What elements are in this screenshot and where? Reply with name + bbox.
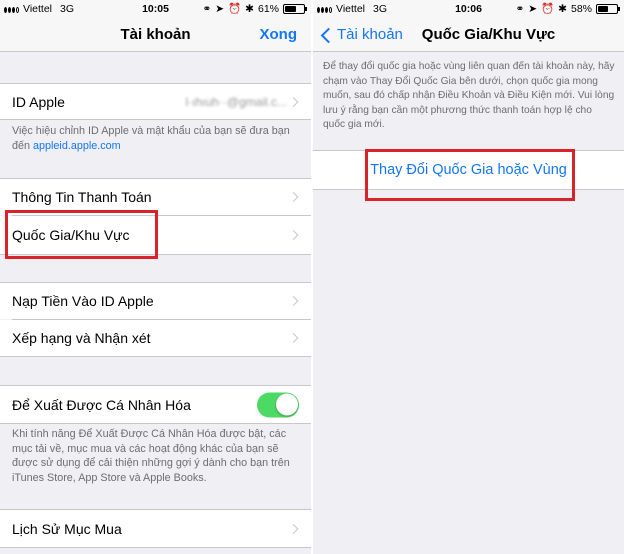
chevron-right-icon <box>288 96 299 107</box>
personalized-note: Khi tính năng Để Xuất Được Cá Nhân Hóa đ… <box>12 428 290 484</box>
country-change-info: Để thay đổi quốc gia hoặc vùng liên quan… <box>323 61 615 131</box>
chevron-right-icon <box>288 192 299 202</box>
personalized-recommendations-row: Để Xuất Được Cá Nhân Hóa <box>0 386 311 423</box>
change-country-button[interactable]: Thay Đổi Quốc Gia hoặc Vùng <box>313 151 624 189</box>
personalized-recommendations-label: Để Xuất Được Cá Nhân Hóa <box>12 396 191 413</box>
bluetooth-icon: ✱ <box>245 3 254 15</box>
personalized-toggle[interactable] <box>257 392 299 417</box>
apple-id-label: ID Apple <box>12 93 65 110</box>
chevron-right-icon <box>288 333 299 343</box>
done-button[interactable]: Xong <box>260 18 298 52</box>
battery-percent: 61% <box>257 3 279 15</box>
payment-info-label: Thông Tin Thanh Toán <box>12 189 152 205</box>
chevron-right-icon <box>288 230 299 240</box>
alarm-icon: ⏰ <box>541 3 555 15</box>
battery-fill <box>285 6 296 12</box>
navigation-bar: Tài khoản Xong <box>0 18 311 52</box>
country-region-row[interactable]: Quốc Gia/Khu Vực <box>0 216 311 254</box>
country-region-screen: Viettel 3G 10:06 ⚭ ➤ ⏰ ✱ 58% Tài khoản Q… <box>313 0 624 554</box>
apple-id-email: l·ıhıuh··@gmail.c... <box>185 94 287 109</box>
apple-id-row[interactable]: ID Apple l·ıhıuh··@gmail.c... <box>0 84 311 119</box>
bluetooth-icon: ✱ <box>558 3 567 15</box>
country-region-label: Quốc Gia/Khu Vực <box>12 227 130 243</box>
battery-fill <box>598 6 609 12</box>
account-screen: Viettel 3G 10:05 ⚭ ➤ ⏰ ✱ 61% Tài khoản X… <box>0 0 311 554</box>
toggle-knob <box>275 393 298 416</box>
ratings-reviews-label: Xếp hạng và Nhận xét <box>12 330 151 346</box>
apple-id-note: Việc hiệu chỉnh ID Apple và mật khẩu của… <box>12 124 301 153</box>
status-bar: Viettel 3G 10:05 ⚭ ➤ ⏰ ✱ 61% <box>0 0 311 18</box>
chevron-right-icon <box>288 296 299 306</box>
purchase-history-row[interactable]: Lịch Sử Mục Mua <box>0 510 311 547</box>
status-bar: Viettel 3G 10:06 ⚭ ➤ ⏰ ✱ 58% <box>313 0 624 18</box>
ratings-reviews-row[interactable]: Xếp hạng và Nhận xét <box>0 320 311 356</box>
alarm-icon: ⏰ <box>228 3 242 15</box>
status-right: ⚭ ➤ ⏰ ✱ 58% <box>515 0 620 18</box>
location-icon: ➤ <box>215 3 225 15</box>
purchase-history-label: Lịch Sử Mục Mua <box>12 520 122 537</box>
navigation-bar: Tài khoản Quốc Gia/Khu Vực <box>313 18 624 52</box>
appleid-link[interactable]: appleid.apple.com <box>33 140 121 152</box>
status-right: ⚭ ➤ ⏰ ✱ 61% <box>202 0 307 18</box>
payment-info-row[interactable]: Thông Tin Thanh Toán <box>0 179 311 215</box>
add-funds-label: Nạp Tiền Vào ID Apple <box>12 293 154 309</box>
add-funds-row[interactable]: Nạp Tiền Vào ID Apple <box>0 283 311 319</box>
chevron-right-icon <box>288 523 299 534</box>
page-title: Quốc Gia/Khu Vực <box>421 26 556 43</box>
lock-rotation-icon: ⚭ <box>515 3 525 15</box>
battery-percent: 58% <box>570 3 592 15</box>
battery-icon <box>283 4 307 14</box>
lock-rotation-icon: ⚭ <box>202 3 212 15</box>
location-icon: ➤ <box>528 3 538 15</box>
battery-icon <box>596 4 620 14</box>
